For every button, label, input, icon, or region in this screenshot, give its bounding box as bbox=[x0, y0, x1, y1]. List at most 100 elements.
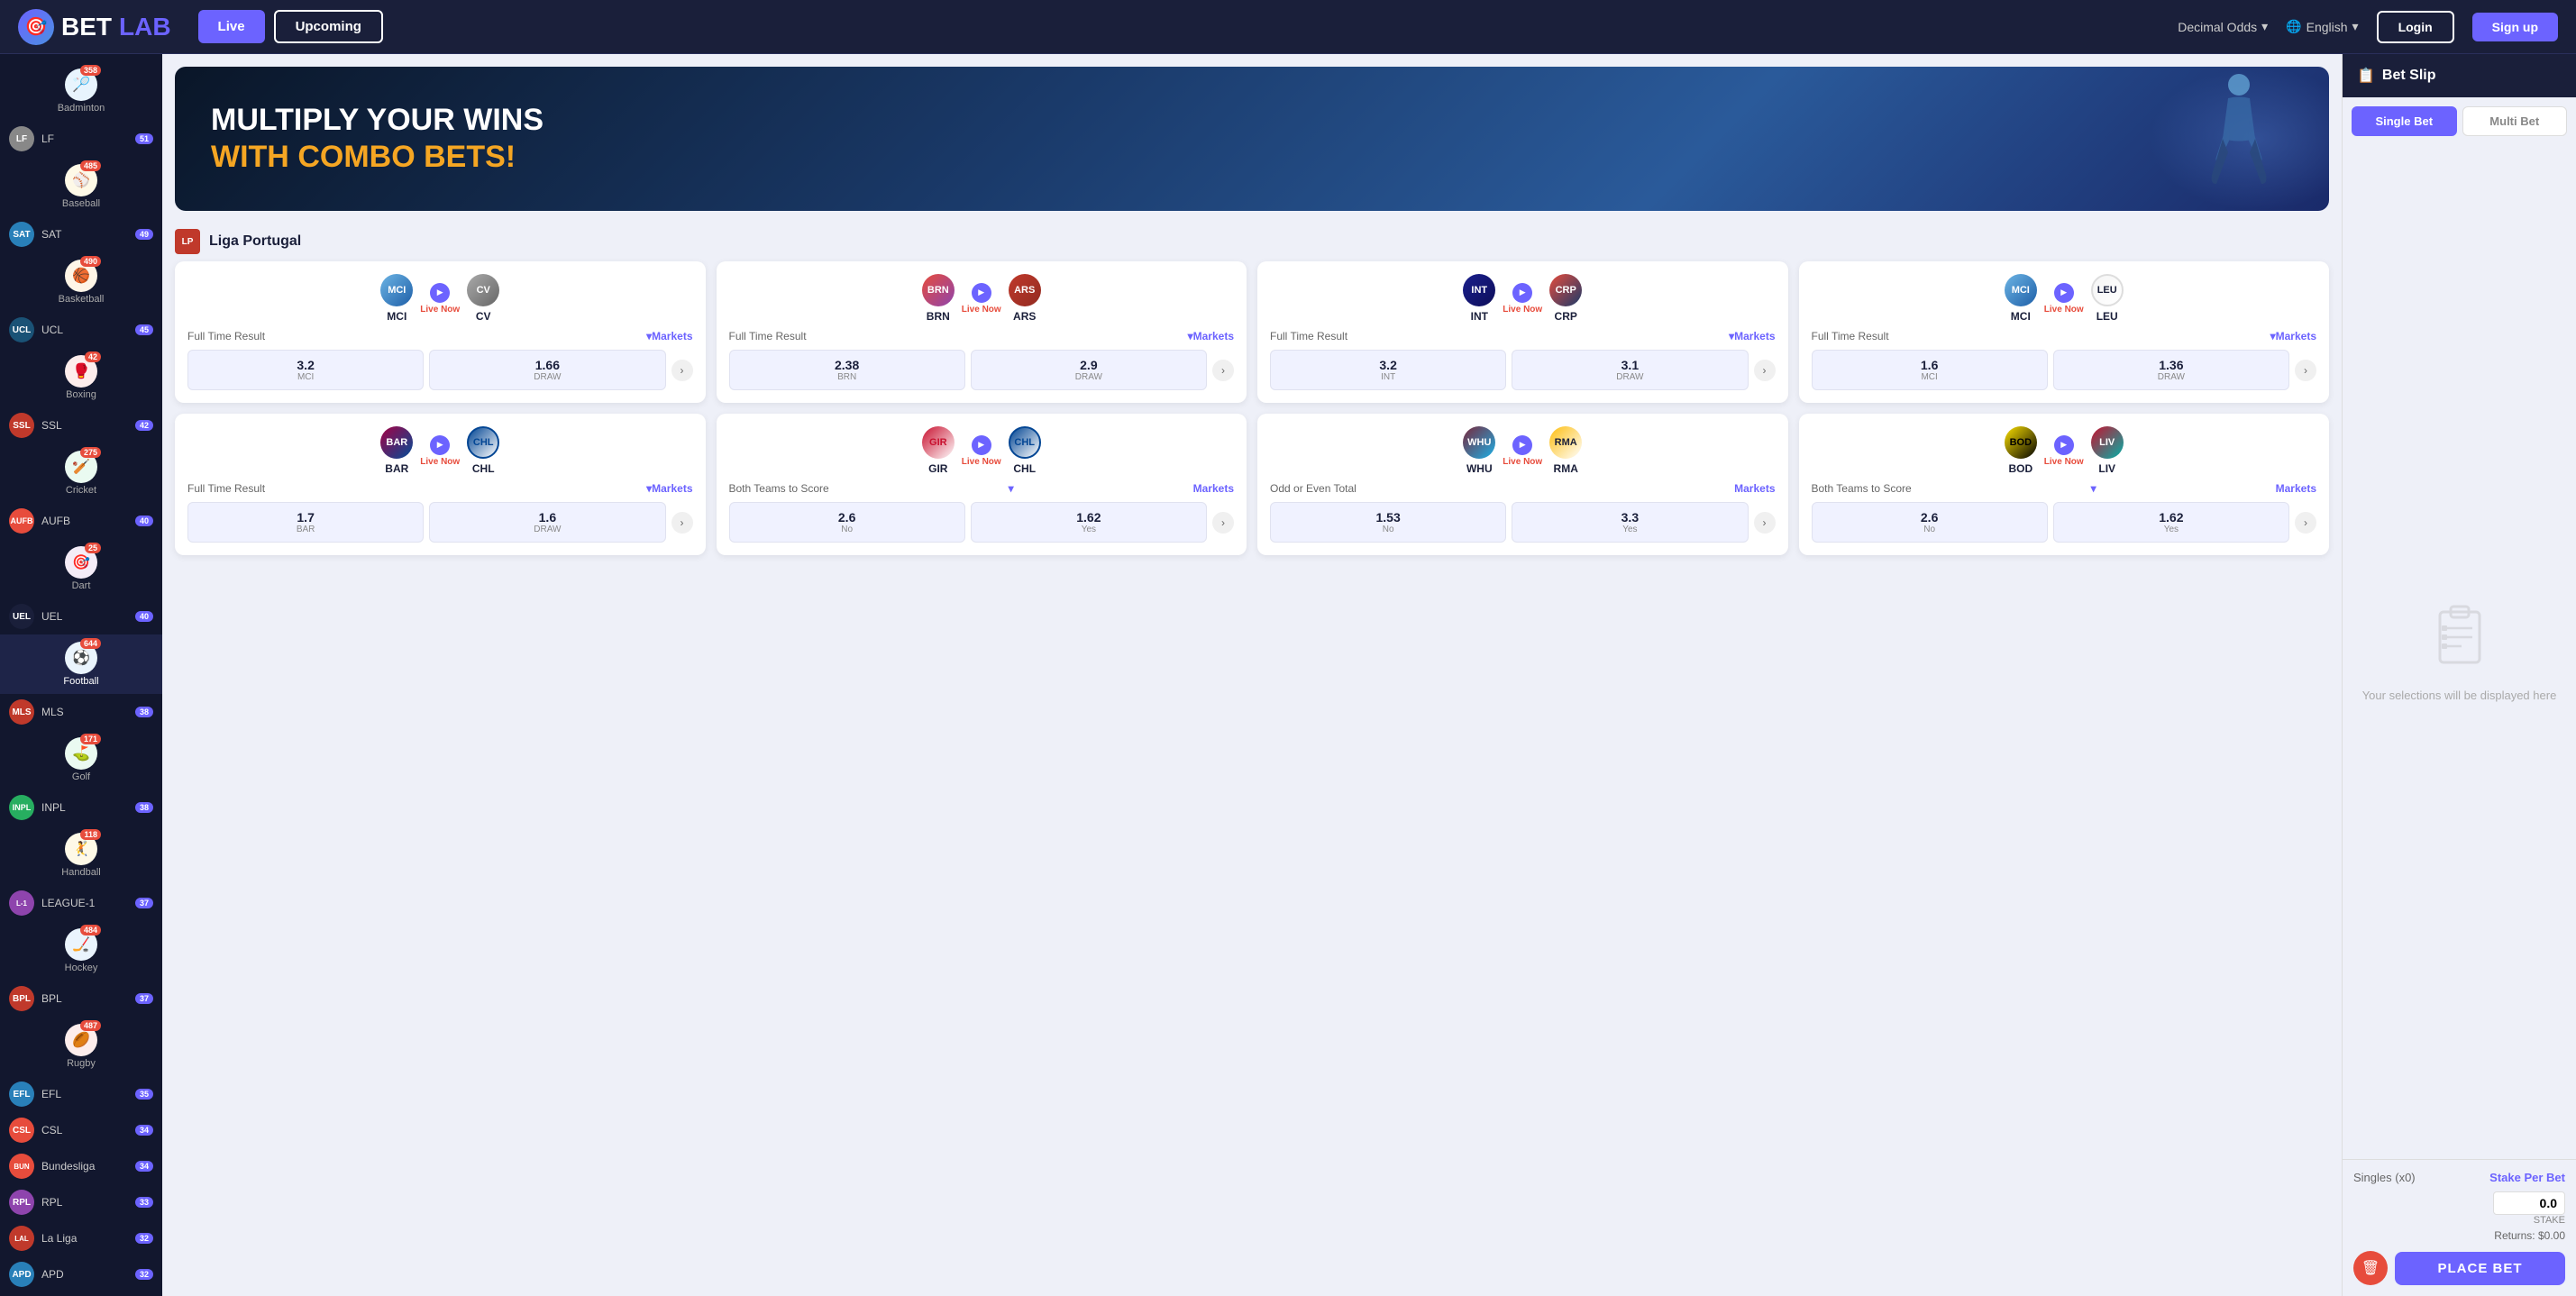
sidebar-item-laliga[interactable]: LAL La Liga 32 bbox=[0, 1220, 162, 1256]
odd-btn-no-7[interactable]: 1.53No bbox=[1270, 502, 1506, 543]
sidebar-item-apd[interactable]: APD APD 32 bbox=[0, 1256, 162, 1292]
sidebar-item-cricket[interactable]: 🏏 275 Cricket bbox=[0, 443, 162, 503]
odd-btn-yes-7[interactable]: 3.3Yes bbox=[1512, 502, 1748, 543]
place-bet-button[interactable]: PLACE BET bbox=[2395, 1252, 2565, 1285]
match-teams-int-crp: INT INT Live Now CRP CRP bbox=[1270, 274, 1776, 323]
odd-btn-draw-5[interactable]: 1.6DRAW bbox=[429, 502, 665, 543]
market-mci-leu: Full Time Result ▾Markets bbox=[1812, 330, 2317, 342]
sport-label-hockey: Hockey bbox=[65, 963, 98, 973]
odd-btn-yes-6[interactable]: 1.62Yes bbox=[971, 502, 1207, 543]
sidebar-item-golf[interactable]: ⛳ 171 Golf bbox=[0, 730, 162, 789]
main-layout: 🏸 358 Badminton LF LF 51 ⚾ 485 Baseball … bbox=[0, 54, 2576, 1296]
sidebar-item-sat[interactable]: SAT SAT 49 bbox=[0, 216, 162, 252]
bundesliga-label: Bundesliga bbox=[41, 1160, 128, 1173]
odd-btn-draw-2[interactable]: 2.9DRAW bbox=[971, 350, 1207, 390]
sidebar-item-rugby[interactable]: 🏉 487 Rugby bbox=[0, 1017, 162, 1076]
odd-btn-int-3[interactable]: 3.2INT bbox=[1270, 350, 1506, 390]
odd-btn-bar-5[interactable]: 1.7BAR bbox=[187, 502, 424, 543]
sidebar-item-csl[interactable]: CSL CSL 34 bbox=[0, 1112, 162, 1148]
sidebar-item-bundesliga[interactable]: BUN Bundesliga 34 bbox=[0, 1148, 162, 1184]
team-name-whu: WHU bbox=[1466, 462, 1493, 475]
sidebar-item-aufb[interactable]: AUFB AUFB 40 bbox=[0, 503, 162, 539]
odd-btn-no-8[interactable]: 2.6No bbox=[1812, 502, 2048, 543]
odd-btn-draw-1[interactable]: 1.66DRAW bbox=[429, 350, 665, 390]
crest-leu: LEU bbox=[2091, 274, 2124, 306]
markets-link-8[interactable]: ▾ bbox=[2091, 482, 2096, 495]
lf-label: LF bbox=[41, 132, 128, 145]
single-bet-tab[interactable]: Single Bet bbox=[2352, 106, 2457, 136]
laliga-badge: 32 bbox=[135, 1233, 153, 1244]
match-card-mci-leu: MCI MCI Live Now LEU LEU Full bbox=[1799, 261, 2330, 403]
upcoming-button[interactable]: Upcoming bbox=[274, 10, 383, 43]
market-label-7: Odd or Even Total bbox=[1270, 482, 1357, 495]
match-card-whu-rma: WHU WHU Live Now RMA RMA Odd o bbox=[1257, 414, 1788, 555]
odd-btn-yes-8[interactable]: 1.62Yes bbox=[2053, 502, 2289, 543]
sidebar-item-dart[interactable]: 🎯 25 Dart bbox=[0, 539, 162, 598]
badge-baseball: 485 bbox=[80, 160, 101, 171]
language-selector[interactable]: 🌐 English ▾ bbox=[2286, 19, 2358, 34]
odd-btn-draw-3[interactable]: 3.1DRAW bbox=[1512, 350, 1748, 390]
sidebar-item-football[interactable]: ⚽ 644 Football bbox=[0, 634, 162, 694]
aufb-label: AUFB bbox=[41, 515, 128, 527]
sidebar-item-efl[interactable]: EFL EFL 35 bbox=[0, 1076, 162, 1112]
odd-btn-mci-4[interactable]: 1.6MCI bbox=[1812, 350, 2048, 390]
sidebar-item-league1[interactable]: L-1 LEAGUE-1 37 bbox=[0, 885, 162, 921]
efl-badge: 35 bbox=[135, 1089, 153, 1100]
odd-btn-mci-1[interactable]: 3.2MCI bbox=[187, 350, 424, 390]
sidebar-item-basketball[interactable]: 🏀 490 Basketball bbox=[0, 252, 162, 312]
sidebar-item-lf[interactable]: LF LF 51 bbox=[0, 121, 162, 157]
arrow-btn-3[interactable]: › bbox=[1754, 360, 1776, 381]
markets-link-8b[interactable]: Markets bbox=[2276, 482, 2316, 495]
sidebar-item-baseball[interactable]: ⚾ 485 Baseball bbox=[0, 157, 162, 216]
sidebar-item-inpl[interactable]: INPL INPL 38 bbox=[0, 789, 162, 826]
singles-label: Singles (x0) bbox=[2353, 1171, 2416, 1184]
login-button[interactable]: Login bbox=[2377, 11, 2454, 43]
markets-link-3[interactable]: ▾Markets bbox=[1729, 330, 1775, 342]
inpl-label: INPL bbox=[41, 801, 128, 814]
sidebar-item-bpl[interactable]: BPL BPL 37 bbox=[0, 981, 162, 1017]
markets-link-1[interactable]: ▾Markets bbox=[646, 330, 692, 342]
live-button[interactable]: Live bbox=[198, 10, 265, 43]
dart-icon: 🎯 25 bbox=[65, 546, 97, 579]
sidebar-item-rpl[interactable]: RPL RPL 33 bbox=[0, 1184, 162, 1220]
inpl-icon: INPL bbox=[9, 795, 34, 820]
odds-selector[interactable]: Decimal Odds ▾ bbox=[2178, 19, 2268, 34]
league1-label: LEAGUE-1 bbox=[41, 897, 128, 909]
football-icon: ⚽ 644 bbox=[65, 642, 97, 674]
odd-btn-draw-4[interactable]: 1.36DRAW bbox=[2053, 350, 2289, 390]
sidebar-item-mls[interactable]: MLS MLS 38 bbox=[0, 694, 162, 730]
sidebar-item-ssl[interactable]: SSL SSL 42 bbox=[0, 407, 162, 443]
arrow-btn-7[interactable]: › bbox=[1754, 512, 1776, 534]
markets-link-2[interactable]: ▾Markets bbox=[1188, 330, 1234, 342]
apd-badge: 32 bbox=[135, 1269, 153, 1280]
arrow-btn-6[interactable]: › bbox=[1212, 512, 1234, 534]
team-name-chl-2: CHL bbox=[1013, 462, 1036, 475]
efl-icon: EFL bbox=[9, 1082, 34, 1107]
arrow-btn-1[interactable]: › bbox=[671, 360, 693, 381]
markets-link-6[interactable]: ▾ bbox=[1009, 482, 1014, 495]
odd-btn-no-6[interactable]: 2.6No bbox=[729, 502, 965, 543]
sidebar-item-ucl[interactable]: UCL UCL 45 bbox=[0, 312, 162, 348]
sidebar-item-badminton[interactable]: 🏸 358 Badminton bbox=[0, 61, 162, 121]
odd-btn-brn-2[interactable]: 2.38BRN bbox=[729, 350, 965, 390]
live-badge-1: Live Now bbox=[420, 283, 460, 315]
arrow-btn-8[interactable]: › bbox=[2295, 512, 2316, 534]
efl-label: EFL bbox=[41, 1088, 128, 1100]
sidebar-item-uel[interactable]: UEL UEL 40 bbox=[0, 598, 162, 634]
markets-link-4[interactable]: ▾Markets bbox=[2270, 330, 2316, 342]
arrow-btn-5[interactable]: › bbox=[671, 512, 693, 534]
multi-bet-tab[interactable]: Multi Bet bbox=[2462, 106, 2568, 136]
markets-link-6b[interactable]: Markets bbox=[1193, 482, 1234, 495]
arrow-btn-4[interactable]: › bbox=[2295, 360, 2316, 381]
sidebar-item-hockey[interactable]: 🏒 484 Hockey bbox=[0, 921, 162, 981]
uel-badge: 40 bbox=[135, 611, 153, 622]
sidebar-item-boxing[interactable]: 🥊 42 Boxing bbox=[0, 348, 162, 407]
sidebar-item-handball[interactable]: 🤾 118 Handball bbox=[0, 826, 162, 885]
markets-link-7[interactable]: Markets bbox=[1734, 482, 1775, 495]
signup-button[interactable]: Sign up bbox=[2472, 13, 2558, 41]
arrow-btn-2[interactable]: › bbox=[1212, 360, 1234, 381]
stake-input[interactable] bbox=[2493, 1191, 2565, 1215]
delete-button[interactable]: 🗑 bbox=[2353, 1251, 2388, 1285]
stake-per-bet-link[interactable]: Stake Per Bet bbox=[2489, 1171, 2565, 1184]
markets-link-5[interactable]: ▾Markets bbox=[646, 482, 692, 495]
